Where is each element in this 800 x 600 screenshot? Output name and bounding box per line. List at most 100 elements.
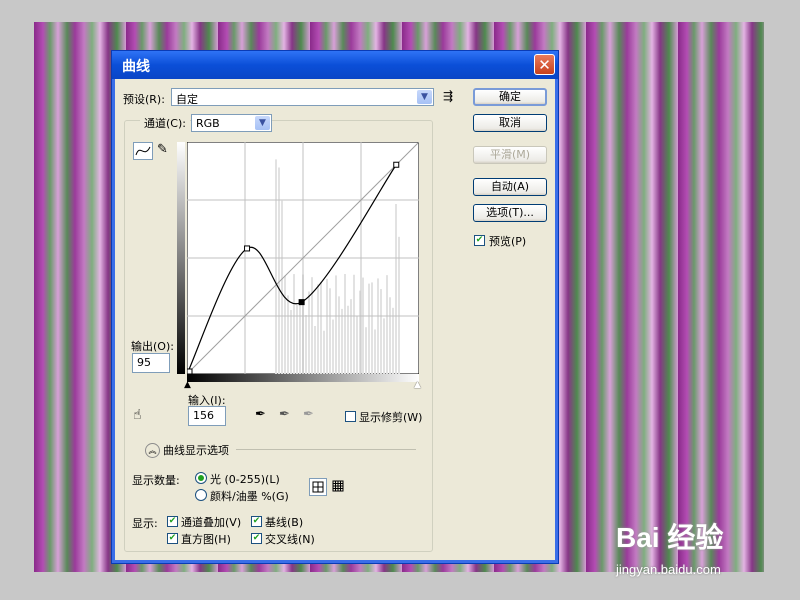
histogram-bar [287, 295, 289, 374]
intersection-line-checkbox[interactable]: ✔ [251, 533, 262, 544]
watermark-brand: Bai 经验 [616, 522, 724, 553]
histogram-bar [344, 274, 346, 374]
detailed-grid-button[interactable] [330, 478, 348, 496]
preset-label: 预设(R): [123, 93, 165, 106]
title-bar[interactable]: 曲线 ✕ [112, 51, 558, 79]
histogram-bar [335, 275, 337, 374]
cancel-button[interactable]: 取消 [473, 114, 547, 132]
radio-selected-dot [198, 475, 204, 481]
histogram-bar [317, 284, 319, 374]
curve-graph[interactable] [187, 142, 419, 374]
histogram-bar [374, 329, 376, 374]
input-field[interactable]: 156 [188, 406, 226, 426]
histogram-bar [308, 291, 310, 374]
histogram-bar [362, 277, 364, 374]
histogram-bar [329, 288, 331, 374]
curve-control-point[interactable] [244, 245, 251, 252]
chevron-down-icon: ▼ [255, 116, 270, 130]
preview-checkbox[interactable]: ✔ [474, 235, 485, 246]
auto-button[interactable]: 自动(A) [473, 178, 547, 196]
show-clipping-checkbox[interactable] [345, 411, 356, 422]
curve-edit-button[interactable] [133, 142, 153, 160]
pencil-icon[interactable]: ✎ [157, 142, 168, 157]
black-eyedropper-icon[interactable]: ✒ [255, 407, 266, 422]
preset-options-icon[interactable]: ⇶ [443, 89, 453, 103]
pigment-radio[interactable] [195, 489, 207, 501]
histogram-bar [311, 277, 313, 374]
white-eyedropper-icon[interactable]: ✒ [303, 407, 314, 422]
output-label: 输出(O): [131, 340, 174, 353]
watermark-url: jingyan.baidu.com [616, 562, 721, 577]
ok-button[interactable]: 确定 [473, 88, 547, 106]
histogram-bar [326, 278, 328, 374]
white-point-slider[interactable]: ▲ [414, 380, 421, 390]
show-clipping-label: 显示修剪(W) [359, 411, 423, 424]
histogram-bar [389, 297, 391, 374]
histogram-bar [284, 275, 286, 374]
baseline-checkbox[interactable]: ✔ [251, 516, 262, 527]
histogram-bar [293, 274, 295, 374]
curve-display-options-label: 曲线显示选项 [163, 444, 229, 457]
channel-value: RGB [196, 117, 220, 130]
gray-eyedropper-icon[interactable]: ✒ [279, 407, 290, 422]
histogram-bar [356, 316, 358, 374]
histogram-bar [332, 319, 334, 374]
histogram-bar [338, 296, 340, 374]
options-button[interactable]: 选项(T)... [473, 204, 547, 222]
histogram-bar [371, 282, 373, 374]
histogram-bar [398, 236, 400, 374]
histogram-bar [305, 314, 307, 374]
preset-value: 自定 [176, 93, 198, 106]
histogram-bar [275, 159, 277, 374]
input-gradient [187, 374, 419, 382]
collapse-chevron-icon[interactable]: ︽ [145, 443, 160, 458]
output-field[interactable]: 95 [132, 353, 170, 373]
show-label: 显示: [132, 517, 158, 530]
simple-grid-icon [312, 481, 324, 493]
light-radio-label: 光 (0-255)(L) [210, 473, 280, 486]
curve-control-point[interactable] [393, 161, 400, 168]
histogram-bar [320, 281, 322, 374]
histogram-bar [353, 274, 355, 374]
chevron-down-icon: ▼ [417, 90, 432, 104]
histogram-bar [392, 307, 394, 374]
output-gradient [177, 142, 185, 374]
close-button[interactable]: ✕ [534, 54, 555, 75]
histogram-bar [323, 330, 325, 374]
dialog-title: 曲线 [122, 59, 150, 75]
histogram-bar [380, 289, 382, 374]
on-image-adjust-icon[interactable]: ☝ [133, 407, 142, 423]
histogram-bar [341, 308, 343, 374]
histogram-bar [368, 283, 370, 374]
channel-overlays-checkbox[interactable]: ✔ [167, 516, 178, 527]
black-point-slider[interactable]: ▲ [184, 380, 191, 390]
histogram-bar [383, 318, 385, 374]
section-divider [236, 449, 416, 450]
intersection-line-label: 交叉线(N) [265, 533, 315, 546]
histogram-bar [290, 310, 292, 374]
histogram-label: 直方图(H) [181, 533, 231, 546]
histogram-bar [281, 200, 283, 374]
baseline-label: 基线(B) [265, 516, 304, 529]
light-radio[interactable] [195, 472, 207, 484]
histogram-bar [386, 275, 388, 374]
histogram-checkbox[interactable]: ✔ [167, 533, 178, 544]
histogram-bar [314, 325, 316, 374]
smooth-button: 平滑(M) [473, 146, 547, 164]
preset-dropdown[interactable]: 自定 ▼ [171, 88, 434, 106]
histogram-bar [278, 167, 280, 374]
histogram-bar [350, 299, 352, 374]
channel-dropdown[interactable]: RGB ▼ [191, 114, 272, 132]
pigment-radio-label: 颜料/油墨 %(G) [210, 490, 289, 503]
histogram-bar [365, 327, 367, 374]
histogram-bar [296, 304, 298, 374]
detailed-grid-icon [332, 480, 344, 492]
channel-overlays-label: 通道叠加(V) [181, 516, 242, 529]
curve-control-point[interactable] [298, 299, 305, 306]
curve-edit-icon [135, 146, 151, 156]
histogram-bar [299, 300, 301, 374]
histogram-bar [377, 278, 379, 374]
simple-grid-button[interactable] [309, 478, 327, 496]
show-amount-label: 显示数量: [132, 474, 180, 487]
channel-label: 通道(C): [140, 115, 190, 131]
